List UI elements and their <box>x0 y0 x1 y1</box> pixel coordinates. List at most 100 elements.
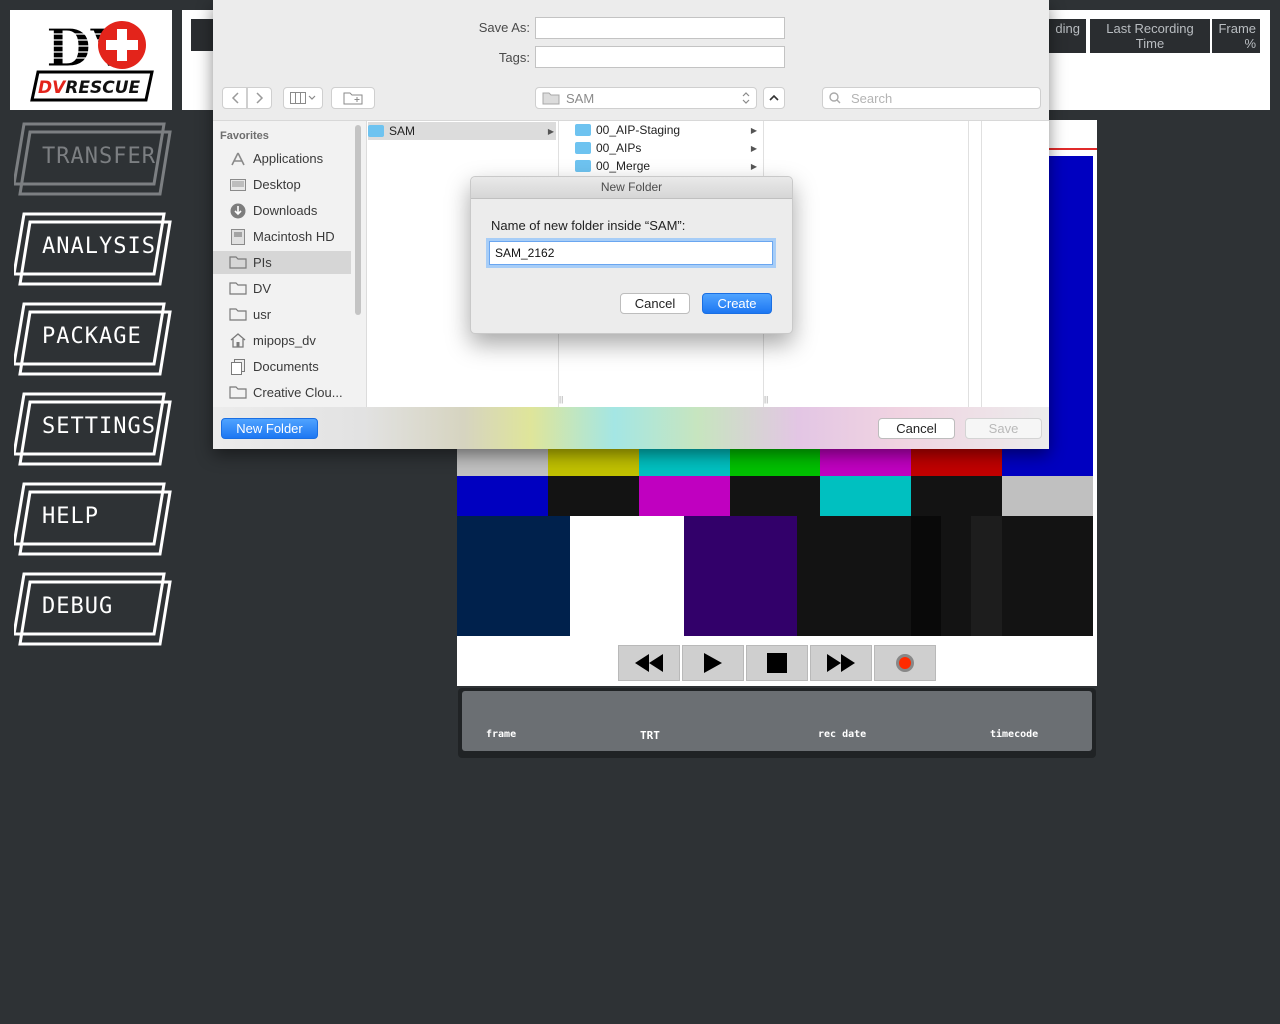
sidebar-item-label: mipops_dv <box>253 333 316 348</box>
disclosure-arrow-icon: ▶ <box>750 143 757 153</box>
nav-label: HELP <box>42 504 99 529</box>
dialog-cancel-button[interactable]: Cancel <box>620 293 690 314</box>
sidebar-item-pis[interactable]: PIs <box>213 251 351 274</box>
folder-icon <box>575 160 591 172</box>
rewind-icon <box>635 654 663 672</box>
sidebar-scrollbar[interactable] <box>355 125 361 315</box>
folder-name-input[interactable] <box>489 241 773 265</box>
fast-forward-button[interactable] <box>810 645 872 681</box>
sidebar-item-documents[interactable]: Documents <box>213 355 351 378</box>
disclosure-arrow-icon: ▶ <box>750 161 757 171</box>
folder-row[interactable]: 00_AIPs ▶ <box>575 139 759 157</box>
folder-name: 00_AIP-Staging <box>596 123 681 137</box>
disclosure-arrow-icon: ▶ <box>750 125 757 135</box>
stop-icon <box>767 653 787 673</box>
location-label: SAM <box>566 90 595 106</box>
fast-forward-icon <box>827 654 855 672</box>
nav-package-button[interactable]: PACKAGE <box>14 302 172 376</box>
chevron-up-icon <box>769 94 779 101</box>
documents-icon <box>231 358 245 375</box>
save-as-input[interactable] <box>535 17 785 39</box>
trt-label: TRT <box>640 729 660 742</box>
timecode-readout: frame TRT rec date timecode <box>458 688 1096 758</box>
timecode-label: timecode <box>990 729 1039 740</box>
nav-analysis-button[interactable]: ANALYSIS <box>14 212 172 286</box>
collapse-button[interactable] <box>763 87 785 109</box>
cancel-button[interactable]: Cancel <box>878 418 955 439</box>
transport-controls <box>618 645 938 681</box>
play-icon <box>704 653 722 673</box>
sidebar-item-applications[interactable]: Applications <box>213 147 351 170</box>
sidebar-item-desktop[interactable]: Desktop <box>213 173 351 196</box>
folder-icon <box>575 124 591 136</box>
record-button[interactable] <box>874 645 936 681</box>
folder-icon <box>229 386 247 399</box>
sidebar-item-label: Macintosh HD <box>253 229 335 244</box>
favorites-heading: Favorites <box>220 130 269 142</box>
folder-icon <box>575 142 591 154</box>
dialog-prompt: Name of new folder inside “SAM”: <box>491 218 686 233</box>
sidebar-item-macintosh-hd[interactable]: Macintosh HD <box>213 225 351 248</box>
column-resize-handle[interactable]: || <box>764 395 774 405</box>
disclosure-arrow-icon: ▶ <box>547 126 554 136</box>
updown-chevron-icon <box>742 92 750 104</box>
nav-settings-button[interactable]: SETTINGS <box>14 392 172 466</box>
folder-name: 00_Merge <box>596 159 651 173</box>
play-button[interactable] <box>682 645 744 681</box>
nav-transfer-button[interactable]: TRANSFER <box>14 122 172 196</box>
browser-column <box>776 121 969 408</box>
table-header-last-recording-time[interactable]: Last Recording Time <box>1090 19 1210 53</box>
nav-debug-button[interactable]: DEBUG <box>14 572 172 646</box>
stop-button[interactable] <box>746 645 808 681</box>
view-mode-button[interactable] <box>283 87 323 109</box>
dialog-title: New Folder <box>471 177 792 199</box>
sidebar-item-downloads[interactable]: Downloads <box>213 199 351 222</box>
new-folder-icon <box>343 92 363 105</box>
downloads-icon <box>230 203 246 218</box>
back-button[interactable] <box>222 87 247 109</box>
location-popup[interactable]: SAM <box>535 87 757 109</box>
folder-name: 00_AIPs <box>596 141 642 155</box>
harddrive-icon <box>231 228 245 245</box>
table-header-frame-percent[interactable]: Frame % <box>1212 19 1260 53</box>
sidebar-item-usr[interactable]: usr <box>213 303 351 326</box>
forward-button[interactable] <box>247 87 272 109</box>
folder-row[interactable]: 00_AIP-Staging ▶ <box>575 121 759 139</box>
logo-wordmark: DVRESCUE <box>38 78 141 98</box>
chevron-right-icon <box>255 92 263 104</box>
column-resize-handle[interactable]: || <box>559 395 569 405</box>
folder-icon <box>229 282 247 295</box>
rewind-button[interactable] <box>618 645 680 681</box>
sidebar-item-label: usr <box>253 307 272 322</box>
folder-row-sam[interactable]: SAM ▶ <box>368 122 556 140</box>
nav-label: DEBUG <box>42 594 114 619</box>
nav-label: SETTINGS <box>42 414 156 439</box>
new-folder-toolbar-button[interactable] <box>331 87 375 109</box>
chevron-left-icon <box>231 92 239 104</box>
folder-icon <box>229 308 247 321</box>
sidebar-item-mipops-dv[interactable]: mipops_dv <box>213 329 351 352</box>
search-icon <box>829 92 841 104</box>
save-button[interactable]: Save <box>965 418 1042 439</box>
sidebar-item-creative-cloud[interactable]: Creative Clou... <box>213 381 351 404</box>
nav-label: ANALYSIS <box>42 234 156 259</box>
folder-name: SAM <box>389 124 416 138</box>
folder-icon <box>368 125 384 137</box>
desktop-icon <box>230 178 246 191</box>
sidebar-item-label: Downloads <box>253 203 318 218</box>
dialog-create-button[interactable]: Create <box>702 293 772 314</box>
sidebar-item-label: PIs <box>253 255 272 270</box>
search-field[interactable]: Search <box>822 87 1041 109</box>
sidebar-item-label: Applications <box>253 151 324 166</box>
save-dialog-footer: New Folder Cancel Save <box>213 407 1049 449</box>
sidebar-item-label: Desktop <box>253 177 301 192</box>
nav-help-button[interactable]: HELP <box>14 482 172 556</box>
search-placeholder: Search <box>851 90 893 106</box>
sidebar-item-dv[interactable]: DV <box>213 277 351 300</box>
home-icon <box>230 333 246 348</box>
folder-icon <box>542 92 560 104</box>
tags-input[interactable] <box>535 46 785 68</box>
folder-row[interactable]: 00_Merge ▶ <box>575 157 759 175</box>
new-folder-button[interactable]: New Folder <box>221 418 318 439</box>
applications-icon <box>231 152 245 165</box>
